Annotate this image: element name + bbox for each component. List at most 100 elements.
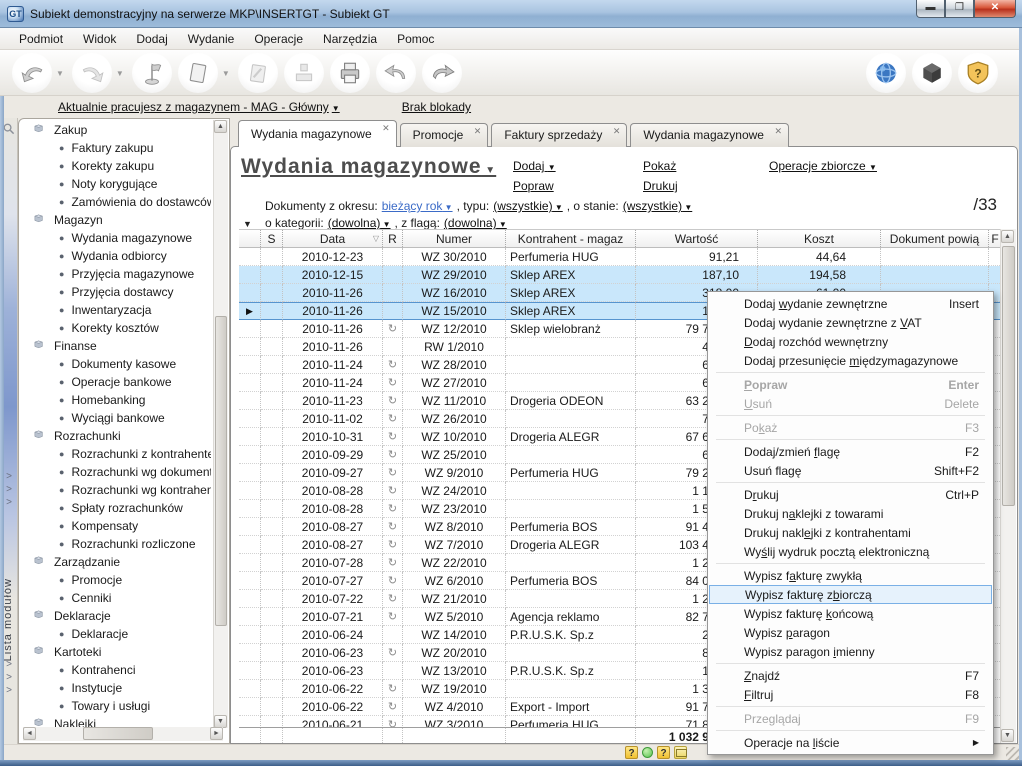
period-filter-link[interactable]: bieżący rok ▼: [382, 199, 453, 213]
maximize-button[interactable]: ❐: [945, 0, 974, 18]
operacje-zbiorcze-link[interactable]: Operacje zbiorcze ▼: [769, 159, 877, 173]
drukuj-link[interactable]: Drukuj: [643, 179, 678, 193]
context-menu-item-wypisz-fakturę-zbiorczą[interactable]: Wypisz fakturę zbiorczą: [709, 585, 992, 604]
help-shield-icon[interactable]: ?: [958, 53, 998, 93]
sidebar-item[interactable]: ●Kontrahenci: [19, 661, 211, 679]
scroll-left-button[interactable]: ◄: [23, 727, 36, 740]
context-menu-item-dodaj-zmień-flagę[interactable]: Dodaj/zmień flagęF2: [708, 442, 993, 461]
column-header-R[interactable]: R: [383, 230, 403, 247]
chevron-down-icon[interactable]: ▼: [116, 69, 124, 78]
sidebar-item[interactable]: ●Wydania odbiorcy: [19, 247, 211, 265]
sidebar-group-finanse[interactable]: Finanse: [19, 337, 211, 355]
scroll-up-button[interactable]: ▲: [214, 120, 227, 133]
sidebar-group-kartoteki[interactable]: Kartoteki: [19, 643, 211, 661]
context-menu-item-drukuj[interactable]: DrukujCtrl+P: [708, 485, 993, 504]
close-icon[interactable]: ✕: [613, 126, 621, 137]
scrollbar-thumb[interactable]: [83, 727, 153, 740]
sidebar-item[interactable]: ●Homebanking: [19, 391, 211, 409]
context-menu-item-wypisz-paragon[interactable]: Wypisz paragon: [708, 623, 993, 642]
table-row[interactable]: 2010-12-15WZ 29/2010Sklep AREX187,10194,…: [239, 266, 1002, 284]
sidebar-vertical-scrollbar[interactable]: ▲ ▼: [213, 120, 228, 728]
tab-faktury-sprzedaży[interactable]: Faktury sprzedaży✕: [491, 123, 627, 147]
blockade-link[interactable]: Brak blokady: [402, 100, 471, 114]
context-menu-item-znajdź[interactable]: ZnajdźF7: [708, 666, 993, 685]
sidebar-item[interactable]: ●Instytucje: [19, 679, 211, 697]
context-menu-item-wypisz-fakturę-końcową[interactable]: Wypisz fakturę końcową: [708, 604, 993, 623]
close-icon[interactable]: ✕: [382, 123, 390, 134]
sidebar-group-deklaracje[interactable]: Deklaracje: [19, 607, 211, 625]
undo-arrow-icon[interactable]: [376, 53, 416, 93]
chevron-down-icon[interactable]: ▼: [56, 69, 64, 78]
column-header-Data[interactable]: Data▽: [283, 230, 383, 247]
context-menu-item-wypisz-paragon-imienny[interactable]: Wypisz paragon imienny: [708, 642, 993, 661]
sidebar-item[interactable]: ●Operacje bankowe: [19, 373, 211, 391]
globe-icon[interactable]: [866, 53, 906, 93]
scrollbar-thumb[interactable]: [1002, 246, 1015, 506]
tab-wydania-magazynowe[interactable]: Wydania magazynowe✕: [238, 120, 397, 147]
context-menu-item-drukuj-naklejki-z-kontrahentami[interactable]: Drukuj naklejki z kontrahentami: [708, 523, 993, 542]
column-header-Koszt[interactable]: Koszt: [758, 230, 881, 247]
close-icon[interactable]: ✕: [474, 126, 482, 137]
sidebar-item[interactable]: ●Przyjęcia dostawcy: [19, 283, 211, 301]
context-menu-item-dodaj-wydanie-zewnętrzne[interactable]: Dodaj wydanie zewnętrzneInsert: [708, 294, 993, 313]
context-menu-item-dodaj-rozchód-wewnętrzny[interactable]: Dodaj rozchód wewnętrzny: [708, 332, 993, 351]
column-header-Dokument powią[interactable]: Dokument powią: [881, 230, 989, 247]
column-header-Kontrahent - magaz[interactable]: Kontrahent - magaz: [506, 230, 636, 247]
tab-wydania-magazynowe[interactable]: Wydania magazynowe✕: [630, 123, 789, 147]
sidebar-item[interactable]: ●Zamówienia do dostawców: [19, 193, 211, 211]
menu-dodaj[interactable]: Dodaj: [127, 30, 176, 48]
menu-narzędzia[interactable]: Narzędzia: [314, 30, 386, 48]
scroll-up-button[interactable]: ▲: [1001, 230, 1014, 243]
forward-arrow-icon[interactable]: [422, 53, 462, 93]
help-badge-icon[interactable]: ?: [657, 746, 670, 759]
warehouse-link[interactable]: Aktualnie pracujesz z magazynem - MAG - …: [58, 100, 340, 114]
sidebar-item[interactable]: ●Cenniki: [19, 589, 211, 607]
chevron-down-icon[interactable]: ▼: [222, 69, 230, 78]
sidebar-item[interactable]: ●Dokumenty kasowe: [19, 355, 211, 373]
sidebar-item[interactable]: ●Noty korygujące: [19, 175, 211, 193]
sidebar-item[interactable]: ●Wydania magazynowe: [19, 229, 211, 247]
sidebar-item[interactable]: ●Spłaty rozrachunków: [19, 499, 211, 517]
table-vertical-scrollbar[interactable]: ▲ ▼: [1000, 229, 1016, 743]
scroll-down-button[interactable]: ▼: [1001, 729, 1014, 742]
sidebar-item[interactable]: ●Kompensaty: [19, 517, 211, 535]
type-filter-link[interactable]: (wszystkie) ▼: [493, 199, 562, 213]
sidebar-item[interactable]: ●Korekty zakupu: [19, 157, 211, 175]
table-row[interactable]: 2010-12-23WZ 30/2010Perfumeria HUG91,214…: [239, 248, 1002, 266]
context-menu-item-wyślij-wydruk-pocztą-elektroniczną[interactable]: Wyślij wydruk pocztą elektroniczną: [708, 542, 993, 561]
online-status-icon[interactable]: [642, 747, 653, 758]
help-badge-icon[interactable]: ?: [625, 746, 638, 759]
menu-operacje[interactable]: Operacje: [245, 30, 312, 48]
flag-pin-icon[interactable]: [132, 53, 172, 93]
context-menu-item-drukuj-naklejki-z-towarami[interactable]: Drukuj naklejki z towarami: [708, 504, 993, 523]
sidebar-group-zakup[interactable]: Zakup: [19, 121, 211, 139]
sidebar-item[interactable]: ●Inwentaryzacja: [19, 301, 211, 319]
cube-icon[interactable]: [912, 53, 952, 93]
close-icon[interactable]: ✕: [774, 126, 782, 137]
sidebar-item[interactable]: ●Rozrachunki wg kontrahentów: [19, 481, 211, 499]
close-button[interactable]: ✕: [974, 0, 1016, 18]
page-title[interactable]: Wydania magazynowe ▼: [241, 155, 496, 178]
context-menu-item-usuń-flagę[interactable]: Usuń flagęShift+F2: [708, 461, 993, 480]
sidebar-item[interactable]: ●Przyjęcia magazynowe: [19, 265, 211, 283]
sidebar-item[interactable]: ●Deklaracje: [19, 625, 211, 643]
scrollbar-thumb[interactable]: [215, 316, 227, 626]
context-menu-item-operacje-na-liście[interactable]: Operacje na liście▶: [708, 733, 993, 752]
sidebar-group-zarządzanie[interactable]: Zarządzanie: [19, 553, 211, 571]
sidebar-item[interactable]: ●Wyciągi bankowe: [19, 409, 211, 427]
filter-collapse-icon[interactable]: ▼: [243, 219, 252, 229]
titlebar[interactable]: GT Subiekt demonstracyjny na serwerze MK…: [0, 0, 1022, 28]
menu-widok[interactable]: Widok: [74, 30, 125, 48]
menu-podmiot[interactable]: Podmiot: [10, 30, 72, 48]
sidebar-item[interactable]: ●Rozrachunki wg dokumentów: [19, 463, 211, 481]
column-header-S[interactable]: S: [261, 230, 283, 247]
sidebar-group-magazyn[interactable]: Magazyn: [19, 211, 211, 229]
menu-pomoc[interactable]: Pomoc: [388, 30, 443, 48]
resize-grip[interactable]: [1006, 747, 1019, 760]
sidebar-item[interactable]: ●Promocje: [19, 571, 211, 589]
column-header-marker[interactable]: [239, 230, 261, 247]
sidebar-horizontal-scrollbar[interactable]: ◄ ►: [23, 727, 223, 741]
context-menu-item-filtruj[interactable]: FiltrujF8: [708, 685, 993, 704]
new-document-icon[interactable]: [178, 53, 218, 93]
context-menu-item-wypisz-fakturę-zwykłą[interactable]: Wypisz fakturę zwykłą: [708, 566, 993, 585]
